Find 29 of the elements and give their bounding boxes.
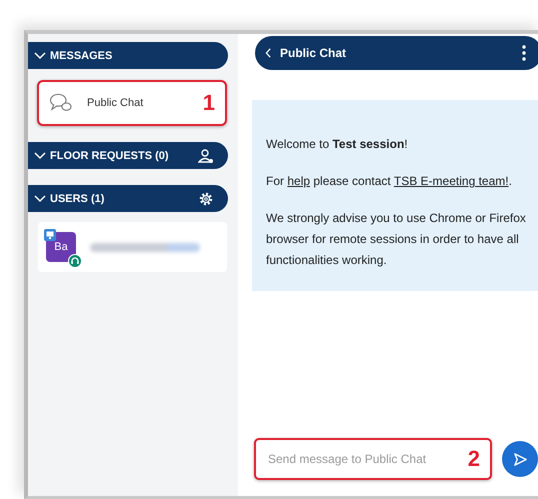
send-button[interactable] [502,441,538,477]
chat-bubbles-icon [49,93,73,113]
section-title: USERS (1) [50,192,106,204]
callout-number: 1 [202,90,215,116]
chevron-icon [34,152,46,160]
section-title: MESSAGES [50,50,114,62]
section-header[interactable]: USERS (1) [28,185,228,212]
send-icon [512,452,528,466]
section-header[interactable]: MESSAGES [28,42,228,69]
message-paragraph: We strongly advise you to use Chrome or Firefox browser for remote sessions in order to have all functionalities working. [266,210,527,269]
public-chat-item[interactable]: Public Chat 1 [37,80,227,126]
user-card[interactable]: Ba [38,222,227,272]
headphones-icon [68,254,82,268]
chevron-icon [34,52,46,60]
chat-title: Public Chat [280,46,348,60]
chevron-icon [34,194,46,202]
callout-number: 2 [468,446,480,472]
user-icon[interactable] [198,148,214,164]
message-paragraph: For help please contact TSB E-meeting team!. [266,173,513,190]
section-header[interactable]: FLOOR REQUESTS (0) [28,142,228,169]
message-paragraph: Welcome to Test session! [266,136,409,153]
chat-label: Public Chat [87,97,144,109]
section-title: FLOOR REQUESTS (0) [50,150,170,162]
message-link[interactable]: TSB E-meeting team! [394,174,509,188]
more-options-icon[interactable] [522,45,526,61]
message-link[interactable]: help [287,174,310,188]
settings-icon[interactable] [198,190,214,206]
back-icon[interactable] [265,48,272,58]
monitor-icon [44,229,56,241]
